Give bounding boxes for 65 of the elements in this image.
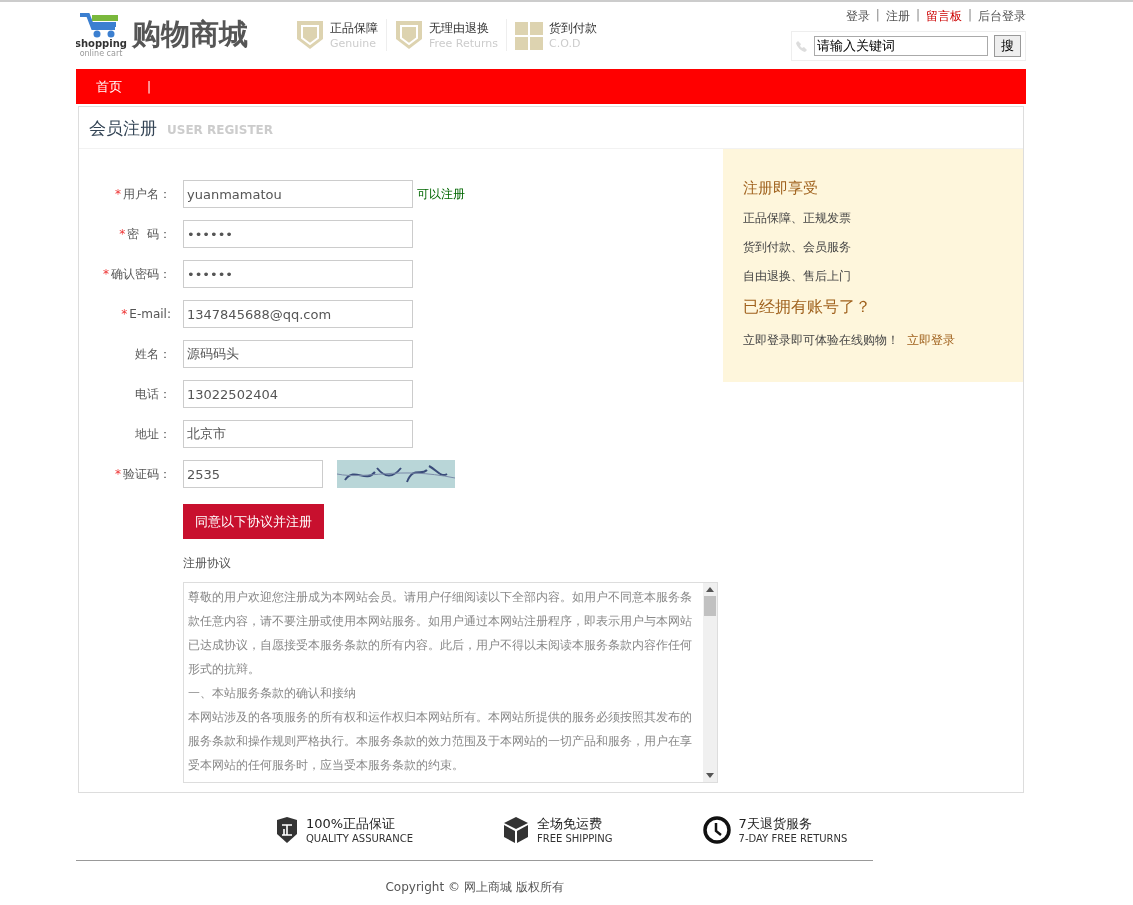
badge-title: 无理由退换 — [429, 19, 490, 37]
benefit-item: 自由退换、售后上门 — [743, 268, 852, 285]
field-label: * 用户名： — [115, 186, 171, 201]
top-link[interactable]: 后台登录 — [978, 8, 1026, 25]
top-link[interactable]: 登录 — [845, 8, 870, 25]
clock-icon — [702, 815, 731, 844]
feature-subtitle: FREE SHIPPING — [536, 833, 613, 844]
scrollbar[interactable] — [703, 583, 717, 782]
benefit-item: 货到付款、会员服务 — [743, 239, 852, 256]
link-separator: | — [915, 8, 920, 24]
scrollbar-thumb[interactable] — [704, 596, 716, 616]
text-field[interactable]: 北京市 — [183, 420, 413, 448]
nav-link[interactable]: 首页 — [96, 77, 122, 96]
badge-title: 正品保障 — [330, 19, 378, 37]
register-button[interactable]: 同意以下协议并注册 — [183, 504, 324, 539]
field-label: 地址： — [135, 426, 171, 441]
login-title: 已经拥有账号了？ — [743, 297, 872, 318]
nav-separator: | — [147, 79, 152, 94]
agreement-paragraph: 尊敬的用户欢迎您注册成为本网站会员。请用户仔细阅读以下全部内容。如用户不同意本服务条款任意内容，请不要注册或使用本网站服务。如用户通过本网站注册程序，即表示用户与本网站已达成协议，自愿接受本服务条款的所有内容。此后，用户不得以未阅读本服务条款内容作任何形式的抗辩。 — [188, 589, 693, 678]
availability-hint: 可以注册 — [417, 185, 465, 203]
badge-title: 货到付款 — [549, 19, 598, 37]
text-field[interactable]: 源码码头 — [183, 340, 413, 368]
scroll-down-icon[interactable] — [706, 773, 714, 778]
search-button[interactable]: 搜 — [994, 35, 1021, 57]
benefits-title: 注册即享受 — [743, 179, 819, 198]
feature-title: 全场免运费 — [536, 815, 603, 833]
feature-title: 100%正品保证 — [306, 815, 397, 833]
field-label: 电话： — [135, 386, 171, 401]
page-title: 会员注册 — [89, 117, 157, 140]
feature-title: 7天退货服务 — [738, 815, 813, 833]
password-field[interactable]: •••••• — [183, 260, 413, 288]
feature-subtitle: 7-DAY FREE RETURNS — [738, 833, 848, 844]
field-label: * 验证码： — [115, 466, 171, 481]
agreement-paragraph: 一、本站服务条款的确认和接纳 — [188, 685, 357, 702]
link-separator: | — [875, 8, 880, 24]
scroll-up-icon[interactable] — [706, 587, 714, 592]
captcha-field[interactable]: 2535 — [183, 460, 323, 488]
logo-tagline: shopping — [76, 37, 127, 49]
phone-icon — [796, 40, 808, 52]
top-link[interactable]: 注册 — [885, 8, 910, 25]
agreement-paragraph: 本网站涉及的各项服务的所有权和运作权归本网站所有。本网站所提供的服务必须按照其发布的服务条款和操作规则严格执行。本服务条款的效力范围及于本网站的一切产品和服务，用户在享受本网站的任何服务时，应当受本服务条款的约束。 — [188, 709, 693, 774]
box-icon — [502, 815, 529, 844]
shield-icon — [395, 18, 423, 51]
logo-subtagline: online cart — [79, 48, 123, 58]
text-field[interactable]: yuanmamatou — [183, 180, 413, 208]
top-link[interactable]: 留言板 — [925, 8, 962, 25]
feature-subtitle: QUALITY ASSURANCE — [306, 833, 413, 844]
login-prompt: 立即登录即可体验在线购物！ — [743, 332, 899, 349]
field-label: 姓名： — [135, 346, 171, 361]
link-separator: | — [967, 8, 972, 24]
site-logo-name: 购物商城 — [132, 15, 248, 53]
password-field[interactable]: •••••• — [183, 220, 413, 248]
shield-icon — [296, 18, 324, 51]
copyright-text: Copyright © 网上商城 版权所有 — [76, 860, 873, 896]
text-field[interactable]: 13022502404 — [183, 380, 413, 408]
agreement-title: 注册协议 — [183, 555, 232, 572]
benefit-item: 正品保障、正规发票 — [743, 210, 852, 227]
shield-icon — [276, 815, 298, 844]
field-label: * 确认密码： — [103, 266, 171, 281]
text-field[interactable]: 1347845688@qq.com — [183, 300, 413, 328]
search-field[interactable]: 请输入关键词 — [814, 36, 988, 56]
field-label: * E-mail: — [121, 307, 171, 321]
login-link[interactable]: 立即登录 — [907, 332, 955, 349]
gift-icon — [515, 19, 544, 50]
field-label: * 密 码： — [119, 226, 171, 241]
